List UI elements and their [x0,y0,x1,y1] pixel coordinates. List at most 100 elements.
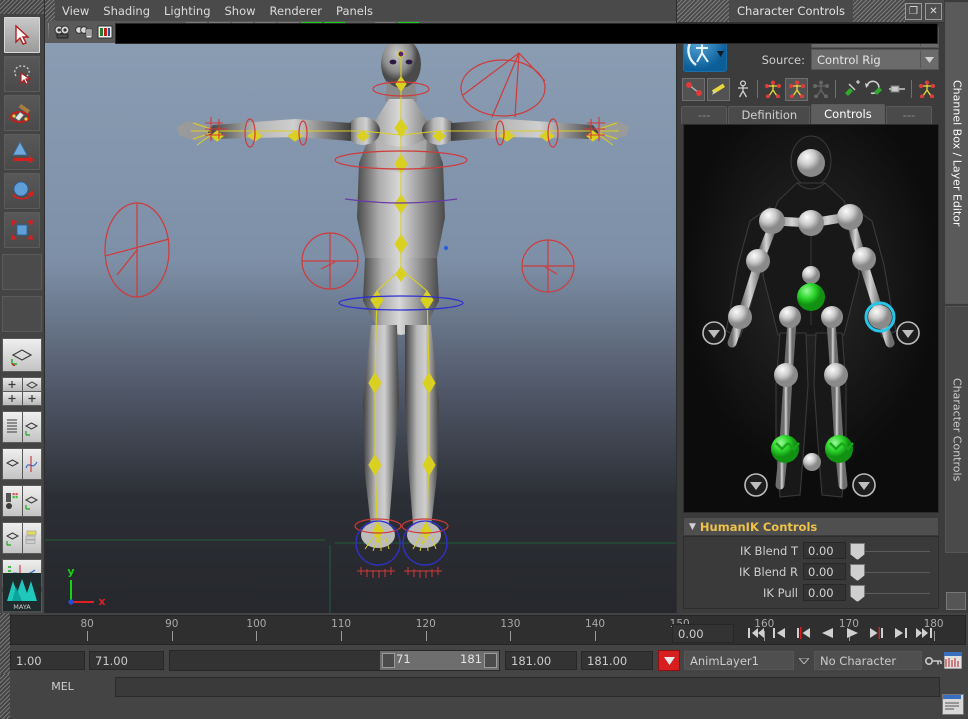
persp-pane-icon[interactable] [23,412,42,442]
command-output-field[interactable] [115,23,938,44]
ik-blend-t-slider[interactable] [850,542,930,559]
persp-layers-graph-layout[interactable] [2,522,42,554]
play-backwards-button[interactable] [816,622,840,644]
humanik-figure-widget[interactable] [683,124,939,513]
command-language-label[interactable]: MEL [10,674,115,693]
outliner-pane-icon[interactable] [3,412,22,442]
pin-release-icon[interactable] [886,79,907,100]
quad-bottom-left[interactable] [3,392,22,405]
menu-shading[interactable]: Shading [96,2,157,20]
panel-corner-button[interactable] [946,592,966,610]
tab-blank-left[interactable]: --- [681,106,727,124]
anim-layer-dropdown-icon[interactable] [794,658,814,664]
ik-blend-r-slider[interactable] [850,563,930,580]
anim-end-time-field[interactable]: 181.00 [581,651,653,670]
playback-end-time-field[interactable]: 181.00 [505,651,577,670]
time-slider-grip[interactable] [0,613,10,647]
source-dropdown[interactable]: Control Rig [811,49,939,70]
titlebar-grip-left[interactable] [677,0,729,22]
tool-box-grip[interactable] [0,0,44,14]
go-to-end-button[interactable] [912,622,936,644]
tab-character-controls[interactable]: Character Controls [945,306,968,553]
step-forward-frame-button[interactable] [864,622,888,644]
ik-blend-r-handle[interactable] [850,564,865,581]
current-time-field[interactable]: 0.00 [672,624,734,643]
tab-controls[interactable]: Controls [811,104,885,124]
menu-renderer[interactable]: Renderer [263,2,330,20]
range-slider-grip[interactable] [0,647,10,674]
quad-bottom-right[interactable] [23,392,42,405]
layer-editor-icon[interactable] [23,523,42,553]
fk-effectors-icon[interactable] [762,79,783,100]
hypershade-persp-layout[interactable] [2,485,42,517]
move-tool[interactable] [4,134,40,170]
stick-figure-icon[interactable] [732,79,753,100]
menu-show[interactable]: Show [218,2,263,20]
body-parts-icon[interactable] [810,79,831,100]
character-set-field[interactable]: No Character Set [814,651,922,670]
hypershade-icon[interactable] [3,486,22,516]
ik-pull-value[interactable]: 0.00 [803,584,846,601]
step-back-key-button[interactable] [768,622,792,644]
pin-translate-icon[interactable] [840,79,861,100]
undock-button[interactable]: ❐ [905,3,922,20]
edit-definition-icon[interactable] [707,78,730,101]
persp-pane-icon-3[interactable] [3,523,22,553]
humanik-controls-header[interactable]: ▼ HumanIK Controls [683,517,939,536]
anim-layer-field[interactable]: AnimLayer1 [684,651,794,670]
image-plane-icon[interactable] [95,23,114,42]
titlebar-grip-right[interactable] [853,0,905,22]
ik-blend-t-value[interactable]: 0.00 [803,542,846,559]
ik-pull-slider[interactable] [850,584,930,601]
step-forward-key-button[interactable] [888,622,912,644]
range-handle-right[interactable] [484,653,497,668]
anim-start-time-field[interactable]: 1.00 [10,651,85,670]
collapse-triangle-icon[interactable]: ▼ [684,522,696,532]
ik-blend-r-value[interactable]: 0.00 [803,563,846,580]
playback-start-time-field[interactable]: 71.00 [89,651,164,670]
menu-panels[interactable]: Panels [329,2,380,20]
pin-rotate-icon[interactable] [863,79,884,100]
scale-tool[interactable] [4,212,40,248]
tab-definition[interactable]: Definition [728,106,810,124]
tab-blank-right[interactable]: --- [886,106,932,124]
paint-selection-tool[interactable] [4,95,40,131]
lasso-tool[interactable] [4,56,40,92]
key-icon[interactable] [922,655,944,667]
tab-channel-box-layer-editor[interactable]: Channel Box / Layer Editor [945,2,968,304]
script-editor-icon[interactable] [942,694,964,715]
single-perspective-layout[interactable] [2,338,42,372]
define-skeleton-icon[interactable] [682,78,705,101]
range-slider-fill[interactable]: 71 181 [380,651,499,670]
go-to-start-button[interactable] [744,622,768,644]
persp-pane-icon-2[interactable] [23,486,42,516]
rotate-tool[interactable] [4,173,40,209]
camera-attributes-icon[interactable] [74,23,93,42]
range-slider[interactable]: 71 181 [169,650,500,671]
auto-keyframe-toggle[interactable] [658,650,680,671]
ik-effectors-icon[interactable] [785,78,808,101]
play-forwards-button[interactable] [840,622,864,644]
close-button[interactable]: ✕ [925,3,942,20]
range-handle-left[interactable] [382,653,395,668]
four-view-layout[interactable] [2,377,42,406]
quad-top-right[interactable] [23,378,42,391]
graph-editor-icon[interactable] [23,449,42,479]
persp-graph-layout[interactable] [2,448,42,480]
outliner-persp-layout[interactable] [2,411,42,443]
persp-top-icon[interactable] [3,449,22,479]
animation-preferences-icon[interactable] [944,652,964,670]
camera-icon[interactable] [53,23,72,42]
menu-view[interactable]: View [55,2,96,20]
ik-pull-handle[interactable] [850,585,865,602]
ik-blend-t-handle[interactable] [850,543,865,560]
command-input-field[interactable] [115,677,940,697]
step-back-frame-button[interactable] [792,622,816,644]
viewport-menu-grip[interactable] [45,0,55,21]
command-line-grip[interactable] [0,674,10,719]
quad-top-left[interactable] [3,378,22,391]
chevron-down-icon-2[interactable] [920,51,938,68]
perspective-viewport[interactable]: persp y x [45,43,676,613]
full-body-key-icon[interactable] [916,79,937,100]
select-tool[interactable] [4,17,40,53]
